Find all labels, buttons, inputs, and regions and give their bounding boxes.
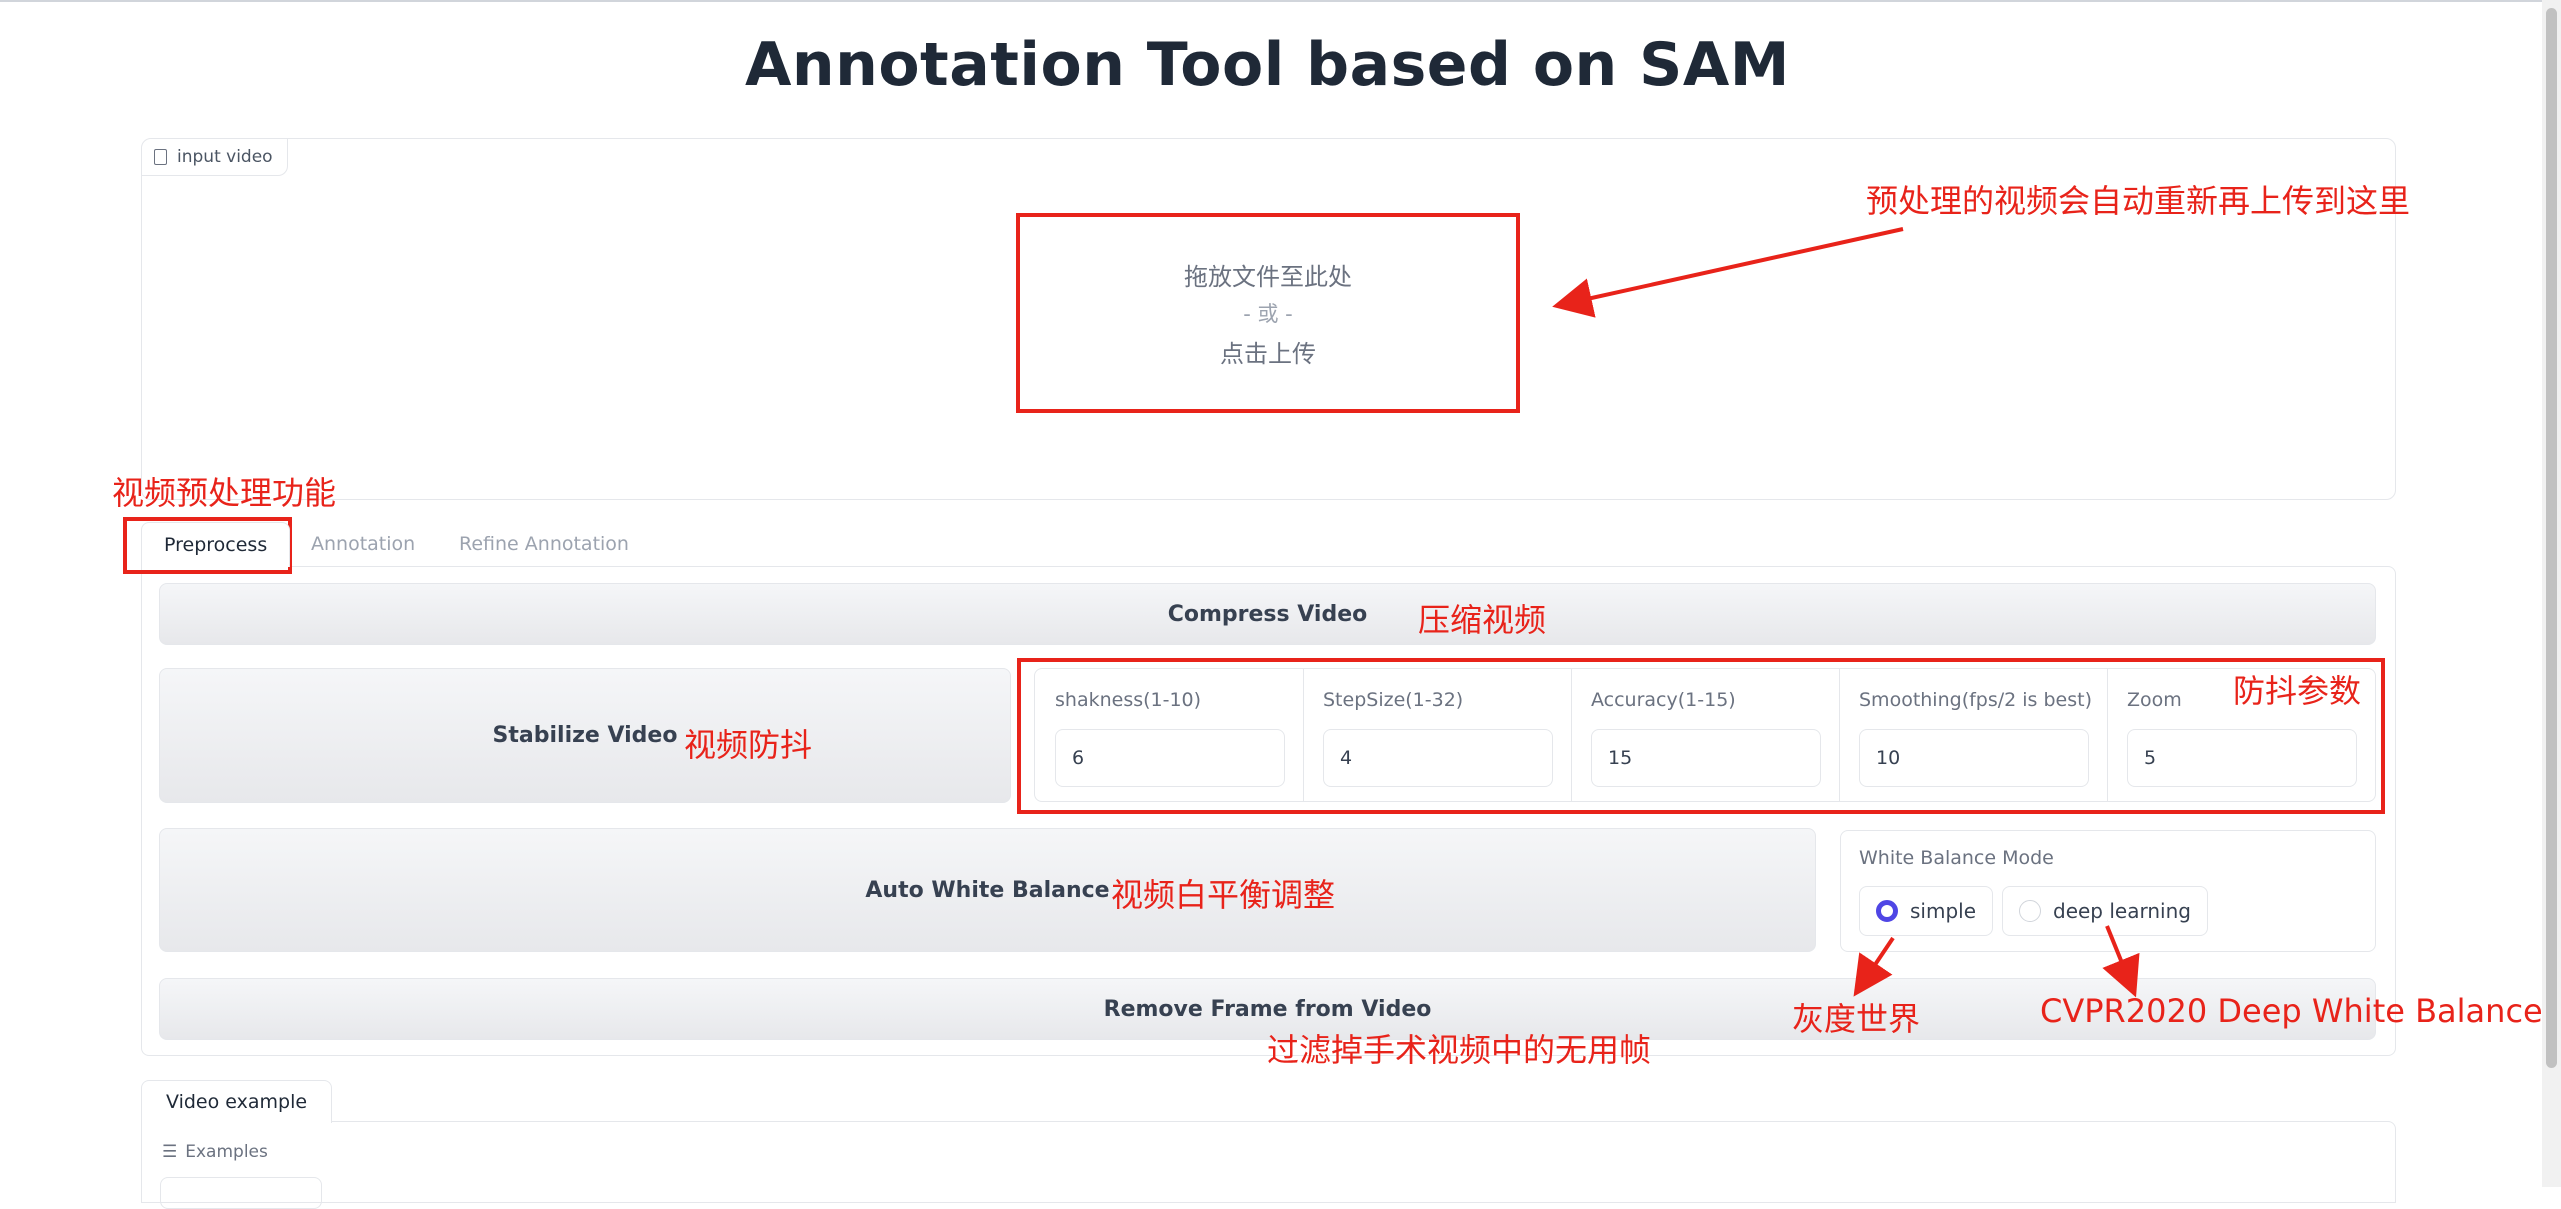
annotation-remove-note: 过滤掉手术视频中的无用帧 xyxy=(1267,1031,1652,1069)
auto-white-balance-button[interactable]: Auto White Balance xyxy=(159,828,1816,952)
drop-or-text: - 或 - xyxy=(1243,302,1293,326)
input-video-label: input video xyxy=(142,139,288,176)
annotation-params-note: 防抖参数 xyxy=(2233,672,2362,710)
radio-unselected-icon xyxy=(2019,900,2041,922)
annotation-simple-note: 灰度世界 xyxy=(1792,1000,1921,1038)
input-video-label-text: input video xyxy=(177,147,273,167)
examples-label-text: Examples xyxy=(185,1142,268,1162)
drop-text: 拖放文件至此处 xyxy=(1184,263,1352,291)
white-balance-mode-label: White Balance Mode xyxy=(1859,847,2054,869)
annotation-preprocess-note: 视频预处理功能 xyxy=(112,474,337,512)
tab-refine-annotation[interactable]: Refine Annotation xyxy=(459,522,629,566)
annotation-upload-note: 预处理的视频会自动重新再上传到这里 xyxy=(1866,182,2411,220)
white-balance-mode-group: White Balance Mode simple deep learning xyxy=(1840,830,2376,952)
annotation-box-params xyxy=(1017,658,2385,814)
tab-preprocess[interactable]: Preprocess xyxy=(141,522,291,567)
annotation-compress-note: 压缩视频 xyxy=(1418,601,1547,639)
top-border xyxy=(0,0,2561,2)
annotation-white-balance-note: 视频白平衡调整 xyxy=(1111,876,1336,914)
radio-deep-learning-label: deep learning xyxy=(2053,899,2191,923)
tab-annotation[interactable]: Annotation xyxy=(311,522,415,566)
list-icon: ☰ xyxy=(162,1142,178,1162)
examples-panel: ☰ Examples xyxy=(141,1121,2396,1209)
compress-video-button[interactable]: Compress Video xyxy=(159,583,2376,645)
radio-simple-label: simple xyxy=(1910,899,1977,923)
examples-label: ☰ Examples xyxy=(162,1142,268,1162)
file-icon xyxy=(154,149,167,165)
page-title: Annotation Tool based on SAM xyxy=(744,30,1791,100)
radio-simple[interactable]: simple xyxy=(1859,886,1994,936)
file-drop-zone[interactable]: 拖放文件至此处 - 或 - 点击上传 xyxy=(1016,213,1520,413)
stabilize-video-button[interactable]: Stabilize Video xyxy=(159,668,1011,803)
radio-deep-learning[interactable]: deep learning xyxy=(2002,886,2208,936)
example-item[interactable] xyxy=(160,1177,322,1209)
tab-video-example[interactable]: Video example xyxy=(141,1080,333,1123)
annotation-deep-note: CVPR2020 Deep White Balance xyxy=(2040,992,2543,1030)
click-upload-text: 点击上传 xyxy=(1220,340,1316,368)
radio-selected-icon xyxy=(1876,900,1898,922)
annotation-stabilize-note: 视频防抖 xyxy=(684,726,813,764)
scrollbar-thumb[interactable] xyxy=(2546,8,2557,1068)
